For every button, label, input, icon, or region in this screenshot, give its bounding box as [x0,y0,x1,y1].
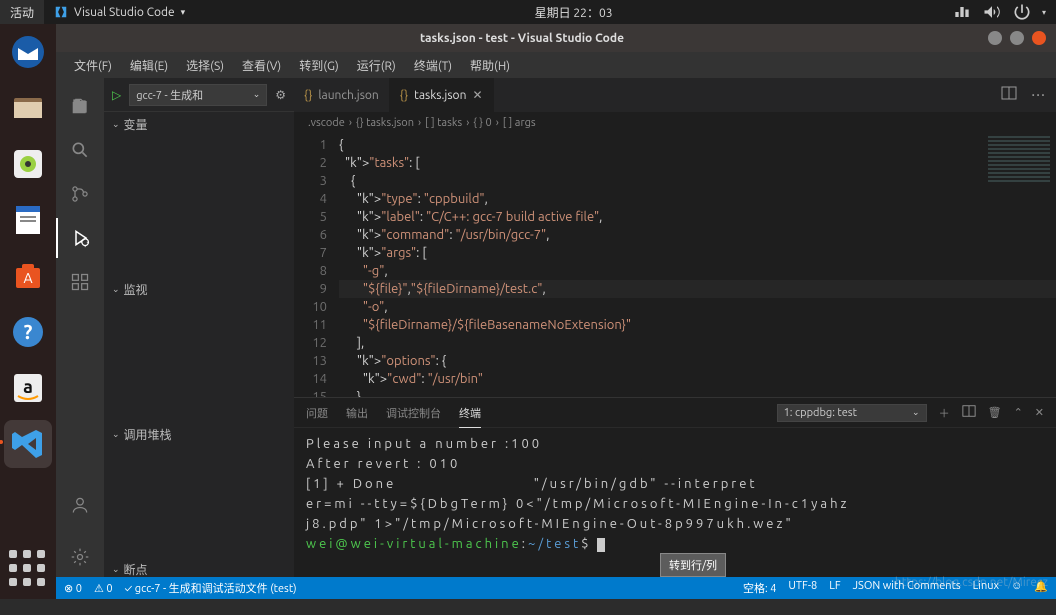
menu-item[interactable]: 选择(S) [178,54,232,77]
panel-terminal[interactable]: 终端 [459,405,481,428]
power-icon[interactable] [1012,2,1032,22]
split-editor-icon[interactable] [1001,85,1017,105]
menu-item[interactable]: 帮助(H) [462,54,518,77]
debug-config-select[interactable]: gcc-7 - 生成和⌄ [129,84,267,106]
menu-item[interactable]: 文件(F) [66,54,120,77]
activity-account[interactable] [56,485,104,525]
status-indent[interactable]: 空格: 4 [743,580,776,596]
more-icon[interactable]: ··· [1031,86,1046,104]
activity-debug[interactable] [56,218,104,258]
menu-item[interactable]: 查看(V) [234,54,289,77]
dock-thunderbird[interactable] [4,28,52,76]
editor-tabs: {}launch.json {}tasks.json✕ ··· [294,78,1056,112]
dock-software[interactable]: A [4,252,52,300]
section-variables[interactable]: ⌄变量 [104,112,294,137]
activity-explorer[interactable] [56,86,104,126]
system-tray[interactable]: ▾ [952,2,1056,22]
dock-amazon[interactable]: a [4,364,52,412]
menu-item[interactable]: 运行(R) [349,54,404,77]
panel: 问题 输出 调试控制台 终端 1: cppdbg: test⌄ ＋ 🗑 ⌃ ✕ … [294,397,1056,577]
activity-search[interactable] [56,130,104,170]
network-icon[interactable] [952,2,972,22]
gnome-top-panel: 活动 Visual Studio Code ▾ 星期日 22：03 ▾ [0,0,1056,24]
activities-button[interactable]: 活动 [0,0,44,24]
editor-group: {}launch.json {}tasks.json✕ ··· .vscode›… [294,78,1056,577]
panel-problems[interactable]: 问题 [306,405,328,421]
minimap[interactable] [984,134,1054,254]
status-warnings[interactable]: ⚠ 0 [94,582,113,595]
close-panel-icon[interactable]: ✕ [1035,406,1044,419]
panel-debug-console[interactable]: 调试控制台 [386,405,441,421]
maximize-button[interactable] [1010,31,1024,45]
goto-line-tooltip: 转到行/列 [660,553,726,577]
svg-text:a: a [23,377,33,397]
dock-writer[interactable] [4,196,52,244]
tab-launch-json[interactable]: {}launch.json [294,78,390,112]
menubar: 文件(F)编辑(E)选择(S)查看(V)转到(G)运行(R)终端(T)帮助(H) [56,52,1056,78]
gear-icon[interactable]: ⚙ [275,88,286,102]
new-terminal-icon[interactable]: ＋ [939,405,950,421]
dock-files[interactable] [4,84,52,132]
minimize-button[interactable] [988,31,1002,45]
watermark: https://blog.csdn.net/Mirecz [895,576,1048,589]
close-icon[interactable]: ✕ [472,88,482,102]
tab-tasks-json[interactable]: {}tasks.json✕ [390,78,494,112]
svg-text:A: A [23,270,32,286]
section-callstack[interactable]: ⌄调用堆栈 [104,422,294,447]
split-terminal-icon[interactable] [962,404,976,421]
clock[interactable]: 星期日 22：03 [195,4,952,21]
window-title: tasks.json - test - Visual Studio Code [56,32,988,45]
svg-text:?: ? [24,320,33,343]
ubuntu-dock: A ? a [0,24,56,599]
panel-tabs: 问题 输出 调试控制台 终端 1: cppdbg: test⌄ ＋ 🗑 ⌃ ✕ [294,398,1056,428]
kill-terminal-icon[interactable]: 🗑 [988,406,1002,419]
status-eol[interactable]: LF [829,580,840,596]
maximize-panel-icon[interactable]: ⌃ [1014,406,1023,419]
activity-extensions[interactable] [56,262,104,302]
activity-bar [56,78,104,577]
menu-item[interactable]: 终端(T) [406,54,460,77]
status-task[interactable]: ✓ gcc-7 - 生成和调试活动文件 (test) [125,580,297,596]
menu-item[interactable]: 编辑(E) [122,54,176,77]
dock-apps-grid[interactable] [4,545,52,593]
start-debug-icon[interactable]: ▷ [112,88,121,102]
menu-item[interactable]: 转到(G) [291,54,347,77]
debug-sidebar: ▷ gcc-7 - 生成和⌄ ⚙ ⌄变量 ⌄监视 ⌄调用堆栈 ⌄断点 [104,78,294,577]
line-gutter: 123456789101112131415 [294,134,339,397]
close-button[interactable] [1032,31,1046,45]
vscode-window: tasks.json - test - Visual Studio Code 文… [56,24,1056,599]
section-watch[interactable]: ⌄监视 [104,277,294,302]
volume-icon[interactable] [982,2,1002,22]
status-errors[interactable]: ⊗ 0 [64,582,82,595]
panel-output[interactable]: 输出 [346,405,368,421]
activity-settings[interactable] [56,537,104,577]
terminal-select[interactable]: 1: cppdbg: test⌄ [777,404,927,422]
status-encoding[interactable]: UTF-8 [788,580,817,596]
dock-help[interactable]: ? [4,308,52,356]
app-menu[interactable]: Visual Studio Code ▾ [44,5,195,19]
code-editor[interactable]: 123456789101112131415 { "k">"tasks": [ {… [294,134,1056,397]
window-titlebar: tasks.json - test - Visual Studio Code [56,24,1056,52]
section-breakpoints[interactable]: ⌄断点 [104,557,294,577]
dock-rhythmbox[interactable] [4,140,52,188]
activity-scm[interactable] [56,174,104,214]
breadcrumbs[interactable]: .vscode›{} tasks.json›[ ] tasks›{ } 0›[ … [294,112,1056,134]
dock-vscode[interactable] [4,420,52,468]
